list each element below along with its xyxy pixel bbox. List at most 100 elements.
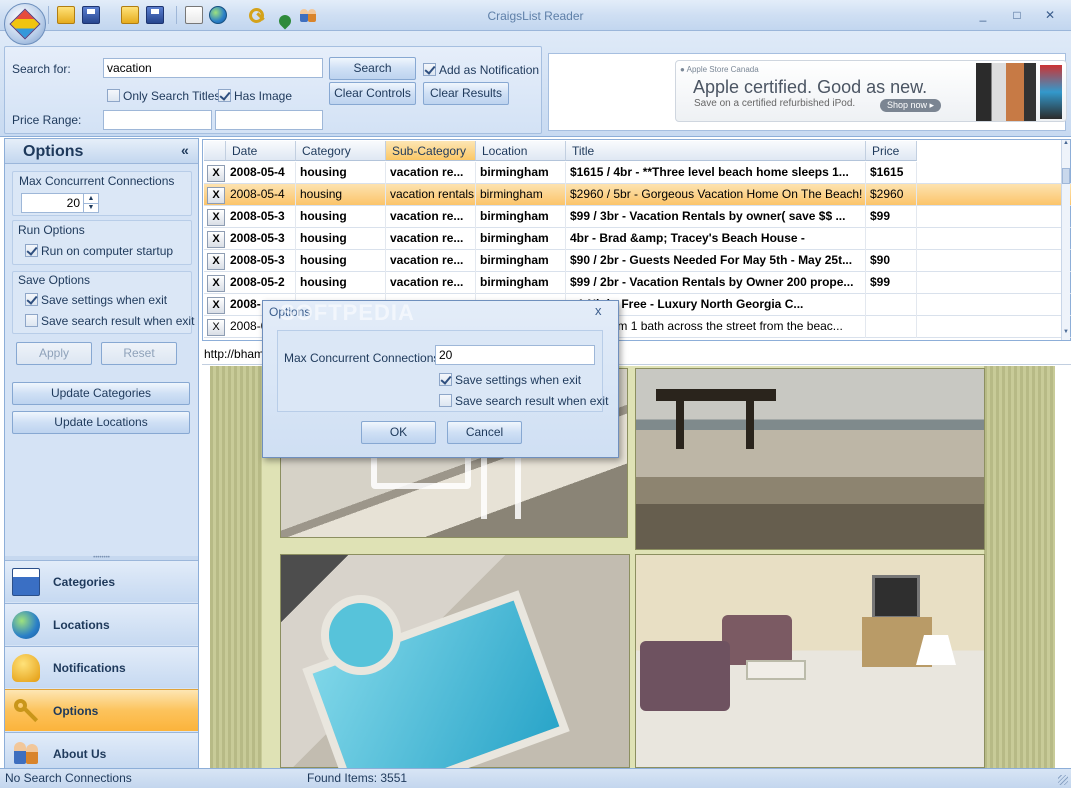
clear-controls-button[interactable]: Clear Controls	[329, 82, 416, 105]
table-row[interactable]: X 2008-05-3 housing vacation re... birmingha…	[204, 250, 1071, 272]
delete-row-icon[interactable]: X	[207, 187, 225, 204]
clear-results-button[interactable]: Clear Results	[423, 82, 509, 105]
calendar-clock-icon	[12, 568, 40, 596]
run-on-startup-checkbox[interactable]: Run on computer startup	[25, 243, 173, 258]
search-input[interactable]	[103, 58, 323, 78]
nav-notifications-label: Notifications	[53, 661, 126, 675]
options-sidebar: Options « Max Concurrent Connections 20 …	[4, 138, 199, 768]
scroll-down-icon[interactable]: ▼	[1062, 329, 1070, 339]
apply-button[interactable]: Apply	[16, 342, 92, 365]
cell-category: housing	[296, 184, 386, 206]
ad-banner[interactable]: ● Apple Store Canada Apple certified. Go…	[675, 60, 1067, 122]
delete-row-icon[interactable]: X	[207, 209, 225, 226]
price-min-input[interactable]	[103, 110, 212, 130]
maximize-button[interactable]: □	[1010, 8, 1024, 22]
ad-container: ● Apple Store Canada Apple certified. Go…	[548, 53, 1067, 131]
checkbox-box[interactable]	[423, 63, 436, 77]
save-options-group: Save Options Save settings when exit Sav…	[12, 271, 194, 334]
cell-category: housing	[296, 250, 386, 272]
table-row[interactable]: X 2008-05-3 housing vacation re... birmingha…	[204, 228, 1071, 250]
cell-price	[866, 316, 917, 338]
column-header-price[interactable]: Price	[866, 141, 917, 161]
run-options-label: Run Options	[18, 223, 85, 237]
table-row[interactable]: X 2008-05-4 housing vacation re... birmingha…	[204, 162, 1071, 184]
nav-locations[interactable]: Locations	[5, 603, 198, 645]
column-header-category[interactable]: Category	[296, 141, 386, 161]
softpedia-watermark: SOFTPEDIA	[280, 300, 415, 325]
nav-options[interactable]: Options	[5, 689, 198, 731]
table-row[interactable]: X 2008-05-3 housing vacation re... birmingha…	[204, 206, 1071, 228]
options-body: Max Concurrent Connections 20 ▲ ▼ Run Op…	[5, 164, 198, 556]
column-header-subcategory[interactable]: Sub-Category	[386, 141, 476, 161]
resize-grip-icon[interactable]	[1058, 775, 1068, 785]
max-connections-spinner[interactable]: 20 ▲ ▼	[21, 193, 99, 213]
table-row[interactable]: X 2008-05-2 housing vacation re... birmingha…	[204, 272, 1071, 294]
cell-category: housing	[296, 228, 386, 250]
delete-row-icon[interactable]: X	[207, 231, 225, 248]
delete-row-icon[interactable]: X	[207, 275, 225, 292]
dialog-close-icon[interactable]: x	[595, 303, 602, 318]
reset-button[interactable]: Reset	[101, 342, 177, 365]
scroll-thumb[interactable]	[1062, 168, 1070, 184]
update-categories-button[interactable]: Update Categories	[12, 382, 190, 405]
ad-brand: ● Apple Store Canada	[680, 65, 759, 74]
delete-row-icon[interactable]: X	[207, 297, 225, 314]
collapse-icon[interactable]: «	[181, 142, 189, 158]
cell-subcategory: vacation re...	[386, 228, 476, 250]
column-header-date[interactable]: Date	[226, 141, 296, 161]
minimize-button[interactable]: _	[976, 8, 990, 22]
title-bar: CraigsList Reader _ □ ✕	[0, 0, 1071, 31]
column-header-title[interactable]: Title	[566, 141, 866, 161]
checkbox-box[interactable]	[439, 373, 452, 387]
only-search-titles-label: Only Search Titles	[123, 88, 221, 103]
cell-price: $90	[866, 250, 917, 272]
update-locations-button[interactable]: Update Locations	[12, 411, 190, 434]
nav-notifications[interactable]: Notifications	[5, 646, 198, 688]
ad-shop-now-button[interactable]: Shop now ▸	[880, 99, 942, 112]
cell-subcategory: vacation re...	[386, 206, 476, 228]
spin-up-icon[interactable]: ▲	[83, 194, 98, 203]
add-as-notification-checkbox[interactable]: Add as Notification	[423, 62, 539, 77]
dialog-ok-button[interactable]: OK	[361, 421, 436, 444]
scroll-up-icon[interactable]: ▲	[1062, 140, 1070, 150]
cell-date: 2008-05-4	[226, 162, 296, 184]
checkbox-box[interactable]	[25, 293, 38, 307]
checkbox-box[interactable]	[25, 314, 38, 328]
dialog-cancel-button[interactable]: Cancel	[447, 421, 522, 444]
grid-scrollbar[interactable]: ▲ ▼	[1061, 140, 1070, 340]
column-header-location[interactable]: Location	[476, 141, 566, 161]
search-button[interactable]: Search	[329, 57, 416, 80]
nav-locations-label: Locations	[53, 618, 110, 632]
cell-date: 2008-05-3	[226, 206, 296, 228]
only-search-titles-checkbox[interactable]: Only Search Titles	[107, 88, 220, 103]
checkbox-box[interactable]	[439, 394, 452, 408]
nav-about-us[interactable]: About Us	[5, 732, 198, 768]
save-settings-checkbox[interactable]: Save settings when exit	[25, 292, 167, 307]
app-menu-orb[interactable]	[4, 3, 46, 45]
dialog-save-search-checkbox[interactable]: Save search result when exit	[439, 393, 608, 408]
cell-location: birmingham	[476, 228, 566, 250]
spin-down-icon[interactable]: ▼	[83, 203, 98, 212]
dialog-save-settings-checkbox[interactable]: Save settings when exit	[439, 372, 581, 387]
delete-row-icon[interactable]: X	[207, 253, 225, 270]
cell-price: $1615	[866, 162, 917, 184]
price-max-input[interactable]	[215, 110, 323, 130]
delete-row-icon[interactable]: X	[207, 165, 225, 182]
cell-location: birmingham	[476, 272, 566, 294]
checkbox-box[interactable]	[218, 89, 231, 103]
has-image-checkbox[interactable]: Has Image	[218, 88, 292, 103]
dialog-max-connections-label: Max Concurrent Connections	[284, 351, 440, 365]
delete-row-icon[interactable]: X	[207, 319, 225, 336]
dialog-max-connections-input[interactable]	[435, 345, 595, 365]
table-row[interactable]: X 2008-05-4 housing vacation rentals birming…	[204, 184, 1071, 206]
cell-location: birmingham	[476, 206, 566, 228]
save-search-checkbox[interactable]: Save search result when exit	[25, 313, 194, 328]
checkbox-box[interactable]	[25, 244, 38, 258]
max-connections-value: 20	[66, 196, 80, 210]
checkbox-box[interactable]	[107, 89, 120, 103]
save-options-label: Save Options	[18, 273, 91, 287]
bell-icon	[12, 654, 40, 682]
close-button[interactable]: ✕	[1043, 8, 1057, 22]
ad-product-image-2	[1040, 65, 1062, 119]
nav-categories[interactable]: Categories	[5, 560, 198, 602]
